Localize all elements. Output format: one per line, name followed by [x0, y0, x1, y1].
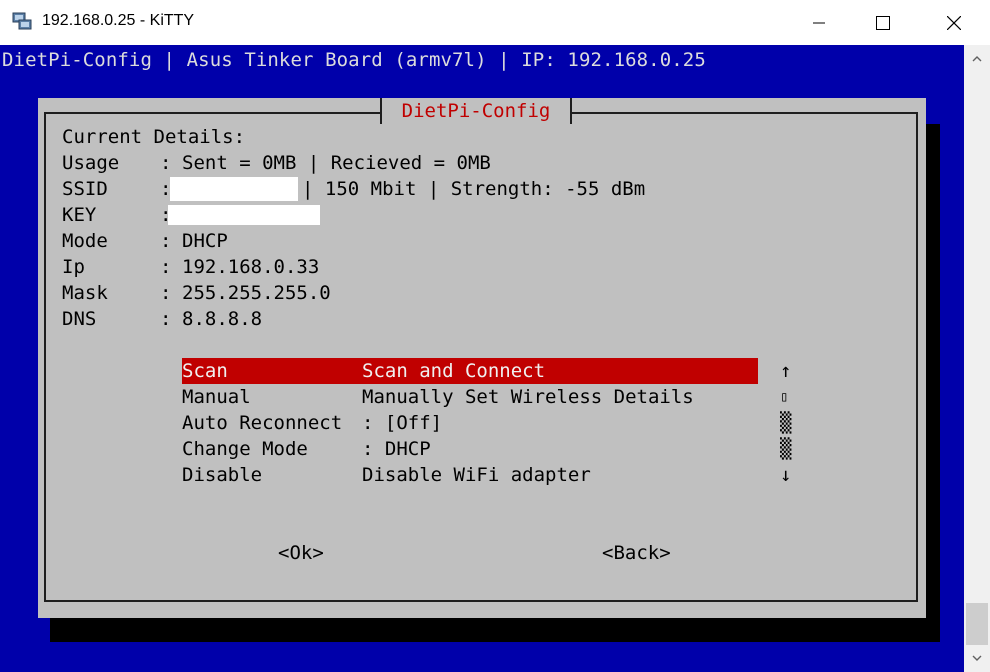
usage-value: Sent = 0MB | Recieved = 0MB [182, 152, 491, 174]
scroll-down-button[interactable] [964, 644, 990, 672]
menu-item-manual[interactable]: Manual Manually Set Wireless Details [182, 384, 758, 410]
mask-value: 255.255.255.0 [182, 282, 331, 304]
dialog-title: DietPi-Config [380, 98, 572, 124]
ssid-redacted [170, 177, 298, 201]
menu-item-scan[interactable]: Scan Scan and Connect [182, 358, 758, 384]
dietpi-config-dialog: DietPi-Config Current Details: Usage : S… [38, 98, 926, 618]
mode-label: Mode [62, 230, 108, 252]
window-title: 192.168.0.25 - KiTTY [42, 12, 195, 29]
dns-value: 8.8.8.8 [182, 308, 263, 330]
ip-value: 192.168.0.33 [182, 256, 320, 278]
mask-sep: : [160, 282, 172, 304]
usage-label: Usage [62, 152, 120, 174]
minimize-button[interactable] [796, 0, 842, 45]
menu-item-tag: Change Mode [182, 438, 308, 460]
mode-value: DHCP [182, 230, 228, 252]
current-details-heading: Current Details: [62, 126, 246, 148]
menu-scroll-track: ▒ [780, 412, 792, 434]
close-button[interactable] [931, 0, 977, 45]
dns-sep: : [160, 308, 172, 330]
menu-item-tag: Scan [182, 360, 228, 382]
close-icon [947, 15, 961, 30]
menu-item-tag: Manual [182, 386, 251, 408]
menu-item-tag: Disable [182, 464, 263, 486]
dns-label: DNS [62, 308, 97, 330]
ssid-label: SSID [62, 178, 108, 200]
menu-item-desc: Disable WiFi adapter [362, 464, 591, 486]
minimize-icon [813, 22, 825, 23]
menu-item-desc: Manually Set Wireless Details [362, 386, 694, 408]
ip-label: Ip [62, 256, 85, 278]
chevron-up-icon [972, 56, 982, 62]
window-title-bar: 192.168.0.25 - KiTTY [0, 0, 990, 46]
ssid-value: | 150 Mbit | Strength: -55 dBm [302, 178, 646, 200]
menu-item-change-mode[interactable]: Change Mode : DHCP [182, 436, 758, 462]
usage-sep: : [160, 152, 172, 174]
menu-item-desc: : DHCP [362, 438, 431, 460]
menu-item-tag: Auto Reconnect [182, 412, 343, 434]
menu-item-disable[interactable]: Disable Disable WiFi adapter [182, 462, 758, 488]
maximize-button[interactable] [860, 0, 906, 45]
menu-scroll-position-icon: ▯ [780, 389, 789, 405]
scroll-up-button[interactable] [964, 45, 990, 73]
back-button[interactable]: <Back> [602, 540, 671, 566]
mask-label: Mask [62, 282, 108, 304]
key-redacted [168, 205, 320, 225]
ok-button[interactable]: <Ok> [278, 540, 324, 566]
ip-sep: : [160, 256, 172, 278]
chevron-down-icon [972, 655, 982, 661]
scroll-thumb[interactable] [966, 603, 988, 645]
key-label: KEY [62, 204, 97, 226]
maximize-icon [876, 15, 890, 30]
kitty-app-icon[interactable] [12, 12, 32, 30]
menu-item-desc: Scan and Connect [362, 360, 546, 382]
menu-item-desc: : [Off] [362, 412, 443, 434]
terminal-scrollbar[interactable] [964, 45, 990, 672]
menu-scroll-track: ▒ [780, 438, 792, 460]
dietpi-header: DietPi-Config | Asus Tinker Board (armv7… [2, 49, 706, 71]
mode-sep: : [160, 230, 172, 252]
menu-item-auto-reconnect[interactable]: Auto Reconnect : [Off] [182, 410, 758, 436]
menu-scroll-up-icon[interactable]: ↑ [780, 358, 791, 384]
menu-scroll-down-icon[interactable]: ↓ [780, 462, 791, 488]
